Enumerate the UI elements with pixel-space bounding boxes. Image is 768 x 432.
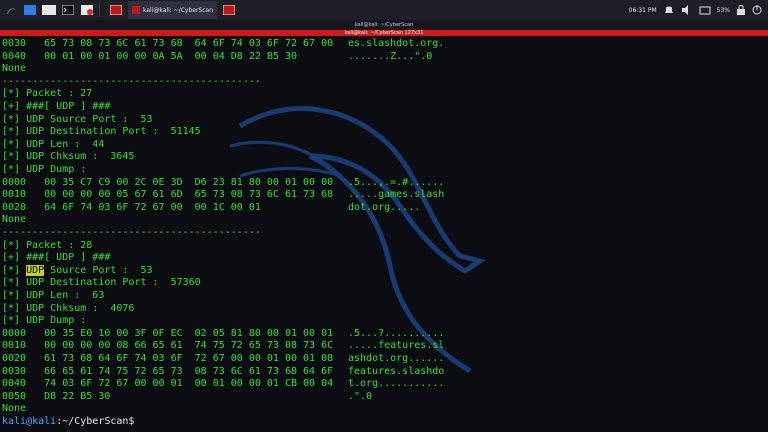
ascii-column: features.slashdo bbox=[348, 365, 445, 377]
window-title: kali@kali: ~/CyberScan bbox=[354, 22, 414, 28]
network-icon[interactable] bbox=[699, 5, 711, 15]
terminal-line: [*] UDP Chksum : 3645 bbox=[2, 151, 135, 163]
terminal-line: ----------------------------------------… bbox=[2, 75, 261, 87]
terminal-line: None bbox=[2, 214, 27, 226]
terminal-line: 0020 64 6F 74 03 6F 72 67 00 00 1C 00 01… bbox=[2, 201, 421, 213]
terminal-line: 0000 00 35 C7 C9 00 2C 0E 3D D6 23 81 80… bbox=[2, 176, 445, 188]
terminal-line: [*] UDP Len : 44 bbox=[2, 138, 105, 150]
blue-app-launcher[interactable] bbox=[22, 2, 38, 18]
system-tray: 06:31 PM 53% bbox=[629, 0, 768, 20]
search-highlight: UDP bbox=[26, 264, 45, 276]
terminal-line: [+] ###[ UDP ] ### bbox=[2, 252, 111, 264]
terminal-line: 0040 74 03 6F 72 67 00 00 01 00 01 00 00… bbox=[2, 378, 445, 390]
folder-icon bbox=[42, 5, 56, 15]
terminal-line: 0010 00 00 00 00 08 66 65 61 74 75 72 65… bbox=[2, 340, 445, 352]
terminal-line: [*] UDP Destination Port : 57360 bbox=[2, 277, 201, 289]
terminal-line: [*] Packet : 27 bbox=[2, 88, 93, 100]
terminal-line: 0020 61 73 68 64 6F 74 03 6F 72 67 00 00… bbox=[2, 353, 445, 364]
terminal-output[interactable]: 0030 65 73 08 73 6C 61 73 68 64 6F 74 03… bbox=[0, 36, 768, 432]
taskbar-window-terminal-label: kali@kali: ~/CyberScan bbox=[143, 6, 214, 14]
terminal-line: 0000 00 35 E0 10 00 3F 0F EC 02 05 81 80… bbox=[2, 327, 445, 339]
terminal-line: [*] UDP Dump : bbox=[2, 315, 87, 327]
terminal-line: [*] UDP Destination Port : 51145 bbox=[2, 126, 201, 138]
ascii-column: ashdot.org...... bbox=[348, 353, 445, 364]
terminal-red-icon bbox=[132, 6, 140, 14]
browser-launcher[interactable] bbox=[79, 2, 95, 18]
terminal-line: 0030 66 65 61 74 75 72 65 73 08 73 6C 61… bbox=[2, 365, 445, 377]
clock[interactable]: 06:31 PM bbox=[629, 7, 657, 14]
ascii-column: es.slashdot.org. bbox=[348, 38, 445, 49]
terminal-icon bbox=[62, 5, 74, 15]
ascii-column: t.org........... bbox=[348, 378, 445, 390]
power-icon[interactable] bbox=[752, 5, 762, 15]
taskbar-window-3[interactable] bbox=[219, 1, 239, 19]
browser-icon bbox=[81, 5, 93, 15]
taskbar-window-1[interactable] bbox=[106, 1, 126, 19]
lock-icon[interactable] bbox=[736, 5, 746, 15]
ascii-column: .....features.sl bbox=[348, 340, 445, 352]
terminal-line: 0010 00 00 00 00 05 67 61 6D 65 73 08 73… bbox=[2, 189, 445, 201]
kali-menu-button[interactable] bbox=[3, 2, 19, 18]
notification-icon[interactable] bbox=[663, 5, 675, 15]
terminal-line: [*] UDP Len : 63 bbox=[2, 290, 105, 301]
terminal-line: 0040 00 01 00 01 00 00 0A 5A 00 04 D8 22… bbox=[2, 50, 433, 62]
ascii-column: .".0 bbox=[348, 390, 373, 402]
taskbar-separator bbox=[99, 3, 100, 17]
terminal-line: 0030 65 73 08 73 6C 61 73 68 64 6F 74 03… bbox=[2, 38, 445, 49]
taskbar-window-terminal[interactable]: kali@kali: ~/CyberScan bbox=[128, 1, 218, 19]
terminal-line: [*] UDP Source Port : 53 bbox=[2, 113, 153, 125]
file-manager-launcher[interactable] bbox=[41, 2, 57, 18]
shell-prompt[interactable]: kali@kali:~/CyberScan$ bbox=[2, 416, 134, 428]
ascii-column: .....games.slash bbox=[348, 189, 445, 201]
terminal-line: [*] Packet : 28 bbox=[2, 239, 93, 251]
window-icon bbox=[24, 5, 36, 15]
volume-icon[interactable] bbox=[681, 5, 693, 15]
app-red-icon bbox=[223, 5, 236, 15]
taskbar: kali@kali: ~/CyberScan 06:31 PM 53% bbox=[0, 0, 768, 20]
terminal-line: 0050 D8 22 B5 30 .".0 bbox=[2, 390, 373, 402]
ascii-column: dot.org..... bbox=[348, 201, 421, 213]
app-red-icon bbox=[110, 5, 122, 15]
ascii-column: .5...?.......... bbox=[348, 327, 445, 339]
ascii-column: .5...,.=.#...... bbox=[348, 176, 445, 188]
terminal-line: None bbox=[2, 63, 27, 75]
terminal-line: [+] ###[ UDP ] ### bbox=[2, 101, 111, 112]
terminal-line: [*] UDP Source Port : 53 bbox=[2, 264, 153, 276]
terminal-line: None bbox=[2, 403, 27, 415]
ascii-column: .......Z...".0 bbox=[348, 50, 433, 62]
terminal-titlebar[interactable]: kali@kali: ~/CyberScan bbox=[0, 20, 768, 30]
terminal-line: [*] UDP Chksum : 4076 bbox=[2, 302, 135, 314]
terminal-line: ----------------------------------------… bbox=[2, 227, 261, 238]
battery-percent[interactable]: 53% bbox=[717, 7, 730, 14]
terminal-launcher[interactable] bbox=[60, 2, 76, 18]
kali-logo-icon bbox=[7, 8, 16, 14]
terminal-line: [*] UDP Dump : bbox=[2, 164, 87, 175]
